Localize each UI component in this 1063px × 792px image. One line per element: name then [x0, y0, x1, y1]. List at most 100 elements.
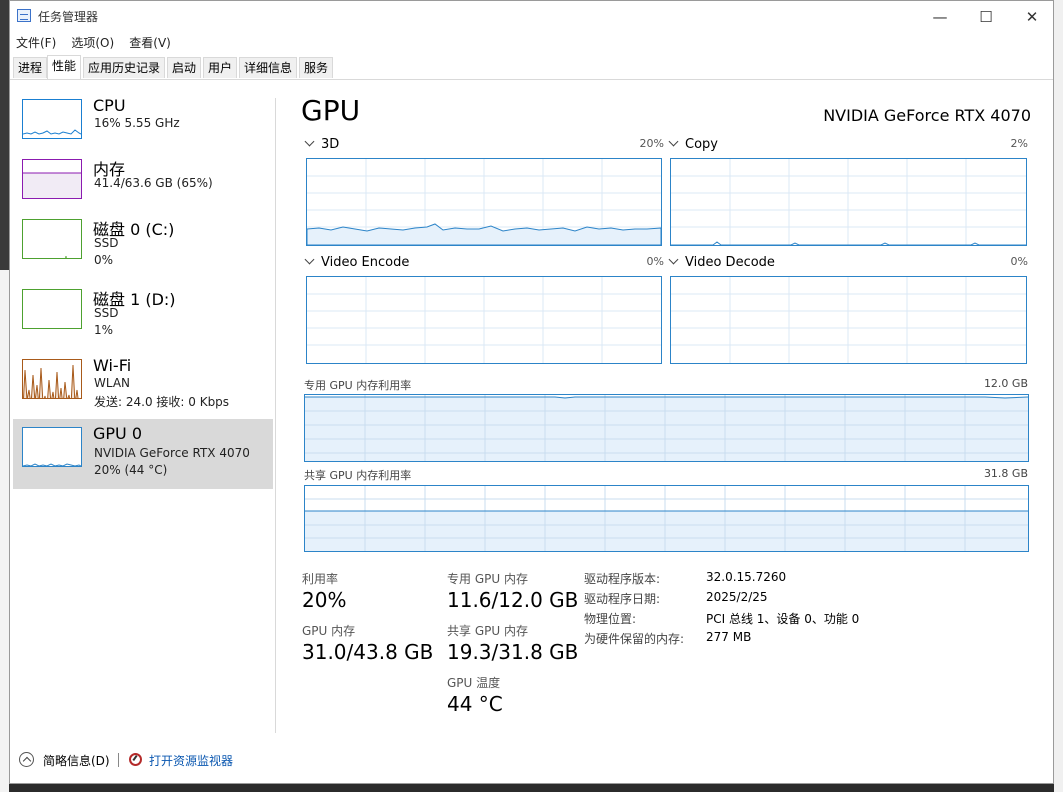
memory-thumbnail-graph — [22, 159, 82, 199]
graph-grid — [671, 159, 1026, 245]
sidebar-item-detail: 0% — [94, 253, 114, 267]
sidebar-item-model: NVIDIA GeForce RTX 4070 — [94, 446, 250, 460]
physical-location-label: 物理位置: — [584, 612, 637, 626]
chevron-down-icon — [668, 136, 679, 147]
sidebar-item-disk-0[interactable]: 磁盘 0 (C:) SSD 0% — [13, 211, 273, 281]
tab-users[interactable]: 用户 — [203, 57, 238, 78]
tab-processes[interactable]: 进程 — [13, 57, 48, 78]
sidebar-item-detail: 41.4/63.6 GB (65%) — [94, 176, 213, 190]
shared-memory-graph — [304, 485, 1029, 552]
gpu-temperature-value: 44 °C — [447, 692, 503, 716]
minimize-button[interactable]: — — [917, 1, 963, 32]
driver-version-label: 驱动程序版本: — [584, 572, 661, 586]
sidebar-item-name: Wi-Fi — [93, 356, 132, 375]
tab-details[interactable]: 详细信息 — [239, 57, 298, 78]
background-window-behind — [0, 270, 9, 792]
sidebar-item-detail: 20% (44 °C) — [94, 463, 168, 477]
fewer-details-button[interactable]: 简略信息(D) — [43, 752, 110, 769]
tab-services[interactable]: 服务 — [299, 57, 334, 78]
cpu-thumbnail-graph — [22, 99, 82, 139]
gpu-memory-label: GPU 内存 — [302, 624, 356, 638]
engine-graph-copy — [670, 158, 1027, 246]
engine-graph-video-decode-svg — [671, 277, 1026, 363]
window-title: 任务管理器 — [38, 10, 99, 24]
tab-performance[interactable]: 性能 — [47, 55, 82, 79]
menu-file[interactable]: 文件(F) — [11, 32, 61, 53]
graph-grid — [671, 277, 1026, 363]
sidebar-item-gpu-0[interactable]: GPU 0 NVIDIA GeForce RTX 4070 20% (44 °C… — [13, 419, 273, 489]
engine-percent-3d: 20% — [639, 137, 664, 150]
driver-date-label: 驱动程序日期: — [584, 592, 661, 606]
sidebar-item-detail: 1% — [94, 323, 114, 337]
title-bar[interactable]: 任务管理器 — ☐ ✕ — [10, 1, 1053, 32]
chevron-down-icon — [304, 136, 315, 147]
gpu-temperature-label: GPU 温度 — [447, 676, 501, 690]
tab-app-history[interactable]: 应用历史记录 — [83, 57, 166, 78]
shared-memory-value: 19.3/31.8 GB — [447, 640, 579, 664]
engine-selector-copy[interactable]: Copy — [668, 136, 718, 152]
task-manager-icon — [17, 9, 31, 22]
chevron-down-icon — [668, 254, 679, 265]
page-title: GPU — [301, 94, 361, 127]
dedicated-memory-graph — [304, 394, 1029, 462]
dedicated-memory-graph-svg — [305, 395, 1028, 461]
background-right — [1054, 0, 1063, 792]
open-resource-monitor-link[interactable]: 打开资源监视器 — [149, 752, 233, 769]
shared-memory-label: 共享 GPU 内存 — [447, 624, 528, 638]
sidebar-item-name: GPU 0 — [93, 424, 143, 443]
hardware-reserved-memory-value: 277 MB — [706, 630, 752, 644]
menu-view[interactable]: 查看(V) — [124, 32, 176, 53]
engine-selector-video-encode[interactable]: Video Encode — [304, 254, 409, 270]
dedicated-memory-value: 11.6/12.0 GB — [447, 588, 579, 612]
engine-percent-copy: 2% — [1010, 137, 1028, 150]
disk-1-thumbnail-graph — [22, 289, 82, 329]
sidebar-item-disk-1[interactable]: 磁盘 1 (D:) SSD 1% — [13, 281, 273, 351]
sidebar-item-wifi[interactable]: Wi-Fi WLAN 发送: 24.0 接收: 0 Kbps — [13, 351, 273, 421]
physical-location-value: PCI 总线 1、设备 0、功能 0 — [706, 612, 860, 626]
driver-version-value: 32.0.15.7260 — [706, 570, 787, 584]
shared-memory-graph-label: 共享 GPU 内存利用率 — [304, 469, 412, 482]
graph-grid — [307, 277, 661, 363]
sidebar-item-type: WLAN — [94, 376, 131, 390]
driver-date-value: 2025/2/25 — [706, 590, 768, 604]
disk-0-thumbnail-graph — [22, 219, 82, 259]
maximize-button[interactable]: ☐ — [963, 1, 1009, 32]
menu-options[interactable]: 选项(O) — [66, 32, 119, 53]
gpu-model-name: NVIDIA GeForce RTX 4070 — [823, 106, 1031, 125]
engine-graph-copy-svg — [671, 159, 1026, 245]
sidebar-item-type: SSD — [94, 306, 119, 320]
sidebar-item-type: SSD — [94, 236, 119, 250]
engine-percent-video-encode: 0% — [646, 255, 664, 268]
engine-graph-video-encode-svg — [307, 277, 661, 363]
shared-memory-max: 31.8 GB — [983, 467, 1028, 480]
chevron-up-circle-icon[interactable] — [19, 752, 34, 767]
gpu-memory-value: 31.0/43.8 GB — [302, 640, 434, 664]
engine-selector-3d[interactable]: 3D — [304, 136, 339, 152]
footer-separator — [118, 753, 119, 767]
engine-percent-video-decode: 0% — [1010, 255, 1028, 268]
wifi-thumbnail-graph — [22, 359, 82, 399]
engine-graph-video-encode — [306, 276, 662, 364]
tab-bar: 进程 性能 应用历史记录 启动 用户 详细信息 服务 — [10, 55, 1053, 80]
shared-memory-graph-svg — [305, 486, 1028, 551]
sidebar-item-name: CPU — [93, 96, 126, 115]
tab-startup[interactable]: 启动 — [167, 57, 202, 78]
sidebar-divider — [275, 98, 276, 733]
engine-selector-video-decode[interactable]: Video Decode — [668, 254, 775, 270]
hardware-reserved-memory-label: 为硬件保留的内存: — [584, 632, 685, 646]
utilization-label: 利用率 — [302, 572, 339, 586]
engine-graph-3d — [306, 158, 662, 246]
dedicated-memory-max: 12.0 GB — [983, 377, 1028, 390]
engine-graph-3d-svg — [307, 159, 661, 245]
engine-graph-video-decode — [670, 276, 1027, 364]
gpu-thumbnail-graph — [22, 427, 82, 467]
dedicated-memory-graph-label: 专用 GPU 内存利用率 — [304, 379, 412, 392]
resource-monitor-icon[interactable] — [129, 753, 142, 766]
dedicated-memory-label: 专用 GPU 内存 — [447, 572, 528, 586]
menu-bar: 文件(F) 选项(O) 查看(V) — [10, 32, 1053, 52]
sidebar-item-detail: 16% 5.55 GHz — [94, 116, 180, 130]
sidebar-item-detail: 发送: 24.0 接收: 0 Kbps — [94, 395, 230, 409]
task-manager-window: 任务管理器 — ☐ ✕ 文件(F) 选项(O) 查看(V) 进程 性能 应用历史… — [9, 0, 1054, 784]
chevron-down-icon — [304, 254, 315, 265]
close-button[interactable]: ✕ — [1009, 1, 1055, 32]
